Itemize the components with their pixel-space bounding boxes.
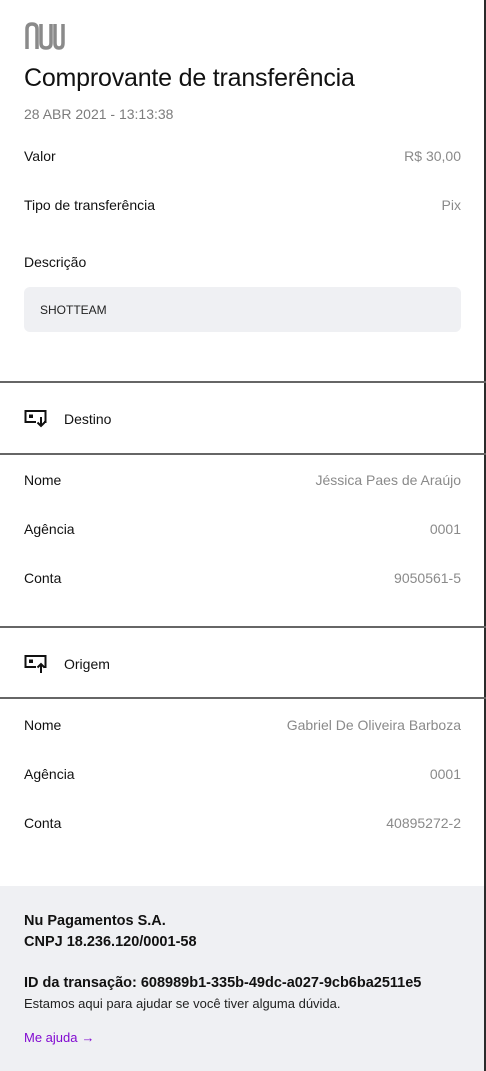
origem-nome-value: Gabriel De Oliveira Barboza — [286, 717, 461, 733]
origem-heading: Origem — [64, 656, 110, 672]
origem-conta-value: 40895272-2 — [386, 815, 461, 831]
valor-label: Valor — [24, 148, 56, 164]
destino-heading: Destino — [64, 411, 112, 427]
destino-nome-value: Jéssica Paes de Araújo — [315, 472, 461, 488]
bank-transfer-out-icon — [24, 655, 47, 673]
descricao-value: SHOTTEAM — [40, 302, 107, 317]
origem-nome-row: Nome Gabriel De Oliveira Barboza — [24, 714, 461, 736]
destino-nome-row: Nome Jéssica Paes de Araújo — [24, 469, 461, 491]
destino-agencia-value: 0001 — [429, 521, 461, 537]
tipo-transferencia-label: Tipo de transferência — [24, 197, 155, 213]
divider — [0, 626, 486, 628]
divider — [0, 453, 486, 455]
destino-agencia-label: Agência — [24, 521, 75, 537]
destino-conta-label: Conta — [24, 570, 62, 586]
help-link[interactable]: Me ajuda → — [24, 1030, 94, 1045]
company-name: Nu Pagamentos S.A. — [24, 913, 166, 929]
origem-agencia-label: Agência — [24, 766, 75, 782]
origem-conta-row: Conta 40895272-2 — [24, 812, 461, 834]
origem-conta-label: Conta — [24, 815, 62, 831]
descricao-label: Descrição — [24, 254, 87, 270]
destino-nome-label: Nome — [24, 472, 62, 488]
bank-transfer-in-icon — [24, 410, 47, 428]
valor-row: Valor R$ 30,00 — [24, 145, 461, 167]
destino-conta-row: Conta 9050561-5 — [24, 567, 461, 589]
divider — [0, 381, 486, 383]
page-title: Comprovante de transferência — [24, 64, 355, 92]
transfer-date: 28 ABR 2021 - 13:13:38 — [24, 106, 174, 122]
descricao-row: Descrição — [24, 251, 461, 273]
transaction-id: ID da transação: 608989b1-335b-49dc-a027… — [24, 975, 422, 991]
destino-header: Destino — [24, 407, 111, 431]
descricao-box: SHOTTEAM — [24, 287, 461, 332]
destino-agencia-row: Agência 0001 — [24, 518, 461, 540]
help-link-label[interactable]: Me ajuda — [24, 1030, 77, 1045]
nubank-logo-icon — [25, 22, 65, 50]
arrow-right-icon: → — [81, 1030, 95, 1045]
help-text: Estamos aqui para ajudar se você tiver a… — [24, 996, 341, 1011]
valor-value: R$ 30,00 — [404, 148, 461, 164]
tipo-transferencia-row: Tipo de transferência Pix — [24, 194, 461, 216]
divider — [0, 697, 486, 699]
origem-nome-label: Nome — [24, 717, 62, 733]
origem-agencia-row: Agência 0001 — [24, 763, 461, 785]
tipo-transferencia-value: Pix — [441, 197, 461, 213]
origem-header: Origem — [24, 652, 110, 676]
destino-conta-value: 9050561-5 — [394, 570, 461, 586]
origem-agencia-value: 0001 — [429, 766, 461, 782]
company-cnpj: CNPJ 18.236.120/0001-58 — [24, 934, 197, 950]
